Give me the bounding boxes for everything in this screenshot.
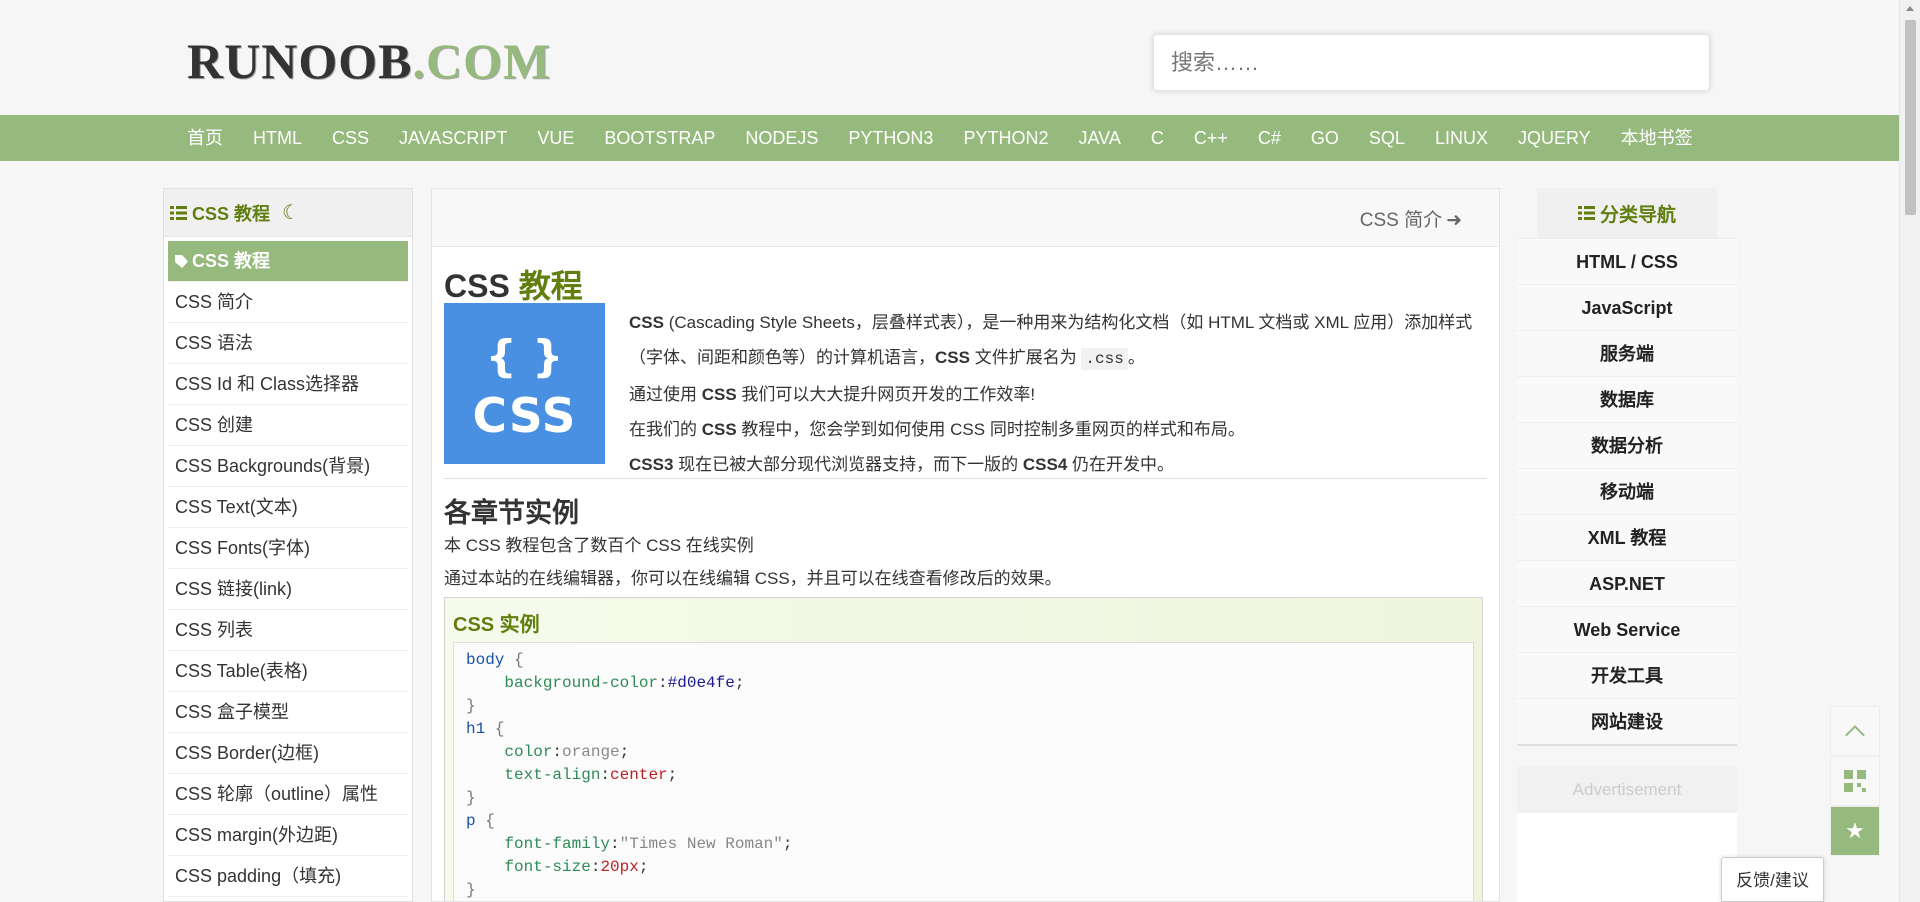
left-sidebar-header: CSS 教程 ☾ bbox=[164, 189, 412, 237]
nav-item-go[interactable]: GO bbox=[1296, 115, 1354, 161]
nav-item-css[interactable]: CSS bbox=[317, 115, 384, 161]
back-to-top-button[interactable] bbox=[1830, 706, 1880, 756]
sidebar-item-css-margin[interactable]: CSS margin(外边距) bbox=[168, 815, 408, 856]
floating-tools: ★ bbox=[1830, 706, 1880, 856]
page-title: CSS 教程 bbox=[444, 268, 583, 304]
star-icon: ★ bbox=[1845, 818, 1865, 843]
code-block: body { background-color:#d0e4fe; } h1 { … bbox=[453, 642, 1474, 901]
nav-item-html[interactable]: HTML bbox=[238, 115, 317, 161]
qrcode-icon bbox=[1844, 770, 1866, 792]
sidebar-item-css-border[interactable]: CSS Border(边框) bbox=[168, 733, 408, 774]
category-item-html-css[interactable]: HTML / CSS bbox=[1517, 238, 1737, 284]
css-logo-image: { } CSS bbox=[444, 303, 605, 464]
intro-text: CSS (Cascading Style Sheets，层叠样式表），是一种用来… bbox=[629, 305, 1487, 482]
sidebar-item-css-outline[interactable]: CSS 轮廓（outline）属性 bbox=[168, 774, 408, 815]
nav-item-linux[interactable]: LINUX bbox=[1420, 115, 1503, 161]
category-item-dev-tools[interactable]: 开发工具 bbox=[1517, 652, 1737, 698]
section-title: 各章节实例 bbox=[444, 498, 579, 528]
nav-item-sql[interactable]: SQL bbox=[1354, 115, 1420, 161]
tag-icon bbox=[175, 255, 188, 268]
nav-item-vue[interactable]: VUE bbox=[522, 115, 589, 161]
nav-item-javascript[interactable]: JAVASCRIPT bbox=[384, 115, 522, 161]
search-input[interactable] bbox=[1154, 35, 1709, 90]
nav-item-bookmarks[interactable]: 本地书签 bbox=[1606, 115, 1708, 161]
left-sidebar: CSS 教程 ☾ CSS 教程 CSS 简介 CSS 语法 CSS Id 和 C… bbox=[163, 188, 413, 902]
sidebar-item-css-text[interactable]: CSS Text(文本) bbox=[168, 487, 408, 528]
list-icon bbox=[170, 205, 187, 220]
category-item-web-service[interactable]: Web Service bbox=[1517, 606, 1737, 652]
category-nav-header: 分类导航 bbox=[1537, 188, 1717, 238]
sidebar-item-css-fonts[interactable]: CSS Fonts(字体) bbox=[168, 528, 408, 569]
nav-item-java[interactable]: JAVA bbox=[1063, 115, 1135, 161]
nav-item-cpp[interactable]: C++ bbox=[1179, 115, 1243, 161]
list-icon bbox=[1577, 206, 1595, 220]
sidebar-item-css-tutorial[interactable]: CSS 教程 bbox=[168, 241, 408, 282]
nav-item-jquery[interactable]: JQUERY bbox=[1503, 115, 1606, 161]
bookmark-button[interactable]: ★ bbox=[1830, 806, 1880, 856]
sidebar-item-css-link[interactable]: CSS 链接(link) bbox=[168, 569, 408, 610]
feedback-button[interactable]: 反馈/建议 bbox=[1721, 857, 1824, 902]
intro-paragraph-4: CSS3 现在已被大部分现代浏览器支持，而下一版的 CSS4 仍在开发中。 bbox=[629, 455, 1175, 474]
sidebar-item-css-box-model[interactable]: CSS 盒子模型 bbox=[168, 692, 408, 733]
sidebar-item-css-syntax[interactable]: CSS 语法 bbox=[168, 323, 408, 364]
sidebar-item-css-backgrounds[interactable]: CSS Backgrounds(背景) bbox=[168, 446, 408, 487]
site-logo[interactable]: RUNOOB.COM bbox=[187, 32, 551, 90]
sidebar-item-css-list[interactable]: CSS 列表 bbox=[168, 610, 408, 651]
article-nav-bar: CSS 简介 ➜ bbox=[432, 189, 1499, 247]
scroll-up-arrow-icon[interactable] bbox=[1906, 6, 1914, 11]
page-scrollbar[interactable] bbox=[1899, 0, 1920, 902]
category-item-data-analysis[interactable]: 数据分析 bbox=[1517, 422, 1737, 468]
right-sidebar: 分类导航 HTML / CSS JavaScript 服务端 数据库 数据分析 … bbox=[1517, 188, 1737, 902]
category-nav: 分类导航 HTML / CSS JavaScript 服务端 数据库 数据分析 … bbox=[1517, 188, 1737, 746]
example-title: CSS 实例 bbox=[453, 614, 540, 636]
left-sidebar-title: CSS 教程 bbox=[192, 203, 271, 224]
nav-item-python3[interactable]: PYTHON3 bbox=[833, 115, 948, 161]
section-paragraph-2: 通过本站的在线编辑器，你可以在线编辑 CSS，并且可以在线查看修改后的效果。 bbox=[444, 569, 1062, 588]
sidebar-item-css-create[interactable]: CSS 创建 bbox=[168, 405, 408, 446]
advertisement-label: Advertisement bbox=[1517, 766, 1737, 813]
sidebar-item-css-intro[interactable]: CSS 简介 bbox=[168, 282, 408, 323]
nav-item-nodejs[interactable]: NODEJS bbox=[730, 115, 833, 161]
category-item-database[interactable]: 数据库 bbox=[1517, 376, 1737, 422]
nav-item-csharp[interactable]: C# bbox=[1243, 115, 1296, 161]
category-item-aspnet[interactable]: ASP.NET bbox=[1517, 560, 1737, 606]
arrow-right-icon: ➜ bbox=[1446, 210, 1462, 231]
section-paragraph-1: 本 CSS 教程包含了数百个 CSS 在线实例 bbox=[444, 536, 754, 555]
category-item-server[interactable]: 服务端 bbox=[1517, 330, 1737, 376]
main-content: CSS 简介 ➜ CSS 教程 { } CSS CSS (Cascading St… bbox=[431, 188, 1500, 902]
chevron-up-icon bbox=[1845, 725, 1865, 745]
intro-paragraph-3: 在我们的 CSS 教程中，您会学到如何使用 CSS 同时控制多重网页的样式和布局… bbox=[629, 420, 1245, 439]
intro-paragraph-2: 通过使用 CSS 我们可以大大提升网页开发的工作效率! bbox=[629, 385, 1036, 404]
nav-item-bootstrap[interactable]: BOOTSTRAP bbox=[589, 115, 730, 161]
category-item-website-building[interactable]: 网站建设 bbox=[1517, 698, 1737, 744]
scrollbar-thumb[interactable] bbox=[1905, 20, 1916, 215]
category-item-javascript[interactable]: JavaScript bbox=[1517, 284, 1737, 330]
nav-item-c[interactable]: C bbox=[1136, 115, 1179, 161]
intro-section: { } CSS CSS (Cascading Style Sheets，层叠样式… bbox=[444, 303, 1487, 479]
intro-paragraph-1: CSS (Cascading Style Sheets，层叠样式表），是一种用来… bbox=[629, 313, 1473, 370]
advertisement-box: Advertisement bbox=[1517, 766, 1737, 902]
site-header: RUNOOB.COM bbox=[0, 0, 1899, 115]
qrcode-button[interactable] bbox=[1830, 756, 1880, 806]
moon-icon[interactable]: ☾ bbox=[282, 200, 300, 225]
next-page-link[interactable]: CSS 简介 ➜ bbox=[1360, 205, 1462, 232]
category-item-xml[interactable]: XML 教程 bbox=[1517, 514, 1737, 560]
nav-item-python2[interactable]: PYTHON2 bbox=[948, 115, 1063, 161]
example-box: CSS 实例 body { background-color:#d0e4fe; … bbox=[444, 597, 1483, 901]
sidebar-item-css-padding[interactable]: CSS padding（填充) bbox=[168, 856, 408, 897]
category-item-mobile[interactable]: 移动端 bbox=[1517, 468, 1737, 514]
main-nav: 首页 HTML CSS JAVASCRIPT VUE BOOTSTRAP NOD… bbox=[0, 115, 1899, 161]
search-box[interactable] bbox=[1153, 34, 1710, 91]
nav-item-home[interactable]: 首页 bbox=[172, 115, 238, 161]
sidebar-item-css-table[interactable]: CSS Table(表格) bbox=[168, 651, 408, 692]
sidebar-item-css-selectors[interactable]: CSS Id 和 Class选择器 bbox=[168, 364, 408, 405]
